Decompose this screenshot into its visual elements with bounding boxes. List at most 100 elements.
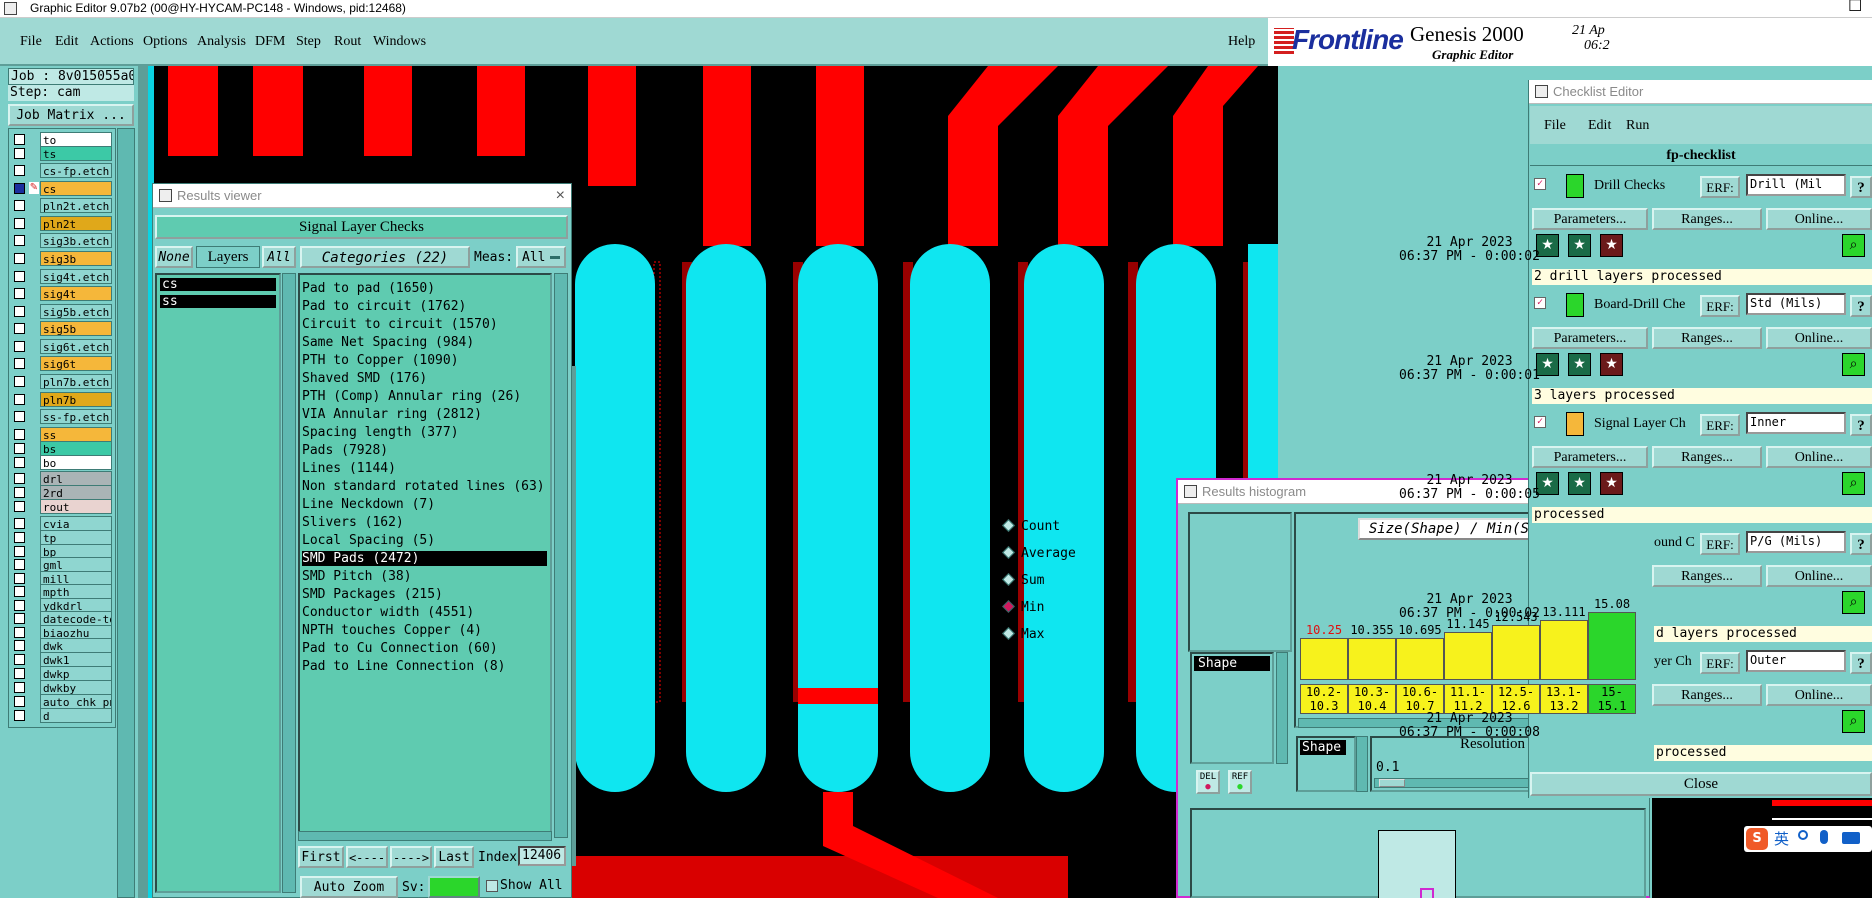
erf-field[interactable]: P/G (Mils) xyxy=(1746,531,1846,553)
erf-field[interactable]: Inner xyxy=(1746,412,1846,434)
histogram-bar[interactable] xyxy=(1540,620,1588,680)
meas-dropdown[interactable]: All xyxy=(516,246,566,268)
layer-name[interactable]: d xyxy=(40,708,112,723)
layer-name[interactable]: rout xyxy=(40,499,112,514)
layer-name[interactable]: auto_chk_pn xyxy=(40,694,112,709)
zoom-icon[interactable]: ⌕ xyxy=(1842,353,1865,376)
category-item[interactable]: SMD Pads (2472) xyxy=(302,551,547,566)
histogram-bar[interactable] xyxy=(1300,638,1348,680)
layer-name[interactable]: dwk1 xyxy=(40,652,112,667)
help-icon[interactable]: ? xyxy=(1850,295,1872,317)
checkbox-icon[interactable] xyxy=(14,532,25,543)
checkbox-icon[interactable] xyxy=(14,654,25,665)
prev-button[interactable]: <---- xyxy=(346,846,388,868)
layer-name[interactable]: datecode-to xyxy=(40,611,112,626)
category-item[interactable]: PTH (Comp) Annular ring (26) xyxy=(302,389,547,404)
checklist-close-button[interactable]: Close xyxy=(1530,772,1872,796)
checkbox-icon[interactable] xyxy=(14,501,25,512)
histogram-bar-range[interactable]: 10.2- 10.3 xyxy=(1300,684,1348,714)
histogram-option[interactable]: Average xyxy=(1002,546,1076,561)
checklist-menu-run[interactable]: Run xyxy=(1626,118,1649,134)
zoom-icon[interactable]: ⌕ xyxy=(1842,591,1865,614)
category-item[interactable]: SMD Packages (215) xyxy=(302,587,547,602)
ref-button[interactable]: REF ● xyxy=(1228,770,1252,794)
checkbox-icon[interactable] xyxy=(14,600,25,611)
layer-name[interactable]: drl xyxy=(40,471,112,486)
category-item[interactable]: VIA Annular ring (2812) xyxy=(302,407,547,422)
histogram-bar[interactable] xyxy=(1492,625,1540,680)
menu-step[interactable]: Step xyxy=(296,34,321,50)
run-check-icon[interactable]: ★ xyxy=(1600,234,1623,257)
layer-name[interactable]: dwkp xyxy=(40,666,112,681)
checkbox-icon[interactable] xyxy=(14,487,25,498)
layer-name[interactable]: gml xyxy=(40,557,112,572)
layer-name[interactable]: bo xyxy=(40,455,112,470)
layer-row[interactable]: ss-fp.etch xyxy=(14,409,112,425)
radio-icon[interactable] xyxy=(1002,627,1015,640)
category-item[interactable]: Slivers (162) xyxy=(302,515,547,530)
ime-punct-icon[interactable] xyxy=(1798,830,1808,840)
checkbox-icon[interactable] xyxy=(14,473,25,484)
layer-row[interactable]: cs ✎ xyxy=(14,181,112,197)
checklist-menu-file[interactable]: File xyxy=(1544,118,1566,134)
layer-name[interactable]: sig5b xyxy=(40,321,112,336)
help-icon[interactable]: ? xyxy=(1850,414,1872,436)
layer-select-list[interactable]: cs ss xyxy=(155,273,281,893)
parameters-button[interactable]: Parameters... xyxy=(1532,446,1648,468)
layer-name[interactable]: mpth xyxy=(40,584,112,599)
online-button[interactable]: Online... xyxy=(1766,684,1872,706)
menu-options[interactable]: Options xyxy=(143,34,187,50)
radio-icon[interactable] xyxy=(1002,546,1015,559)
checkbox-icon[interactable] xyxy=(14,668,25,679)
checkbox-icon[interactable] xyxy=(14,271,25,282)
online-button[interactable]: Online... xyxy=(1766,565,1872,587)
layer-name[interactable]: bs xyxy=(40,441,112,456)
category-item[interactable]: Pad to circuit (1762) xyxy=(302,299,547,314)
checkbox-icon[interactable] xyxy=(14,518,25,529)
layer-row[interactable]: rout xyxy=(14,499,112,515)
next-button[interactable]: ----> xyxy=(390,846,432,868)
layer-row[interactable]: sig4t.etch xyxy=(14,269,112,285)
category-item[interactable]: Pad to pad (1650) xyxy=(302,281,547,296)
index-input[interactable]: 12406 xyxy=(518,846,566,866)
menu-edit[interactable]: Edit xyxy=(55,34,78,50)
menu-actions[interactable]: Actions xyxy=(90,34,134,50)
help-icon[interactable]: ? xyxy=(1850,176,1872,198)
help-icon[interactable]: ? xyxy=(1850,652,1872,674)
checkbox-icon[interactable] xyxy=(14,573,25,584)
close-icon[interactable]: × xyxy=(556,184,565,208)
sv-color-dropdown[interactable] xyxy=(428,876,480,898)
online-button[interactable]: Online... xyxy=(1766,446,1872,468)
layer-name[interactable]: sig4t xyxy=(40,286,112,301)
checkbox-icon[interactable] xyxy=(14,411,25,422)
erf-field[interactable]: Std (Mils) xyxy=(1746,293,1846,315)
layer-name[interactable]: 2rd xyxy=(40,485,112,500)
histogram-attr2-list[interactable]: Shape xyxy=(1296,736,1356,792)
radio-icon[interactable] xyxy=(1002,600,1015,613)
layer-name[interactable]: pln2t.etch xyxy=(40,198,112,213)
category-item[interactable]: Lines (1144) xyxy=(302,461,547,476)
histogram-bar-range[interactable]: 10.3- 10.4 xyxy=(1348,684,1396,714)
layer-row[interactable]: sig5b xyxy=(14,321,112,337)
category-item[interactable]: Same Net Spacing (984) xyxy=(302,335,547,350)
layer-name[interactable]: to xyxy=(40,132,112,147)
histogram-bar[interactable] xyxy=(1588,612,1636,680)
layer-name[interactable]: sig4t.etch xyxy=(40,269,112,284)
category-item[interactable]: Pad to Cu Connection (60) xyxy=(302,641,547,656)
histogram-bar-range[interactable]: 11.1- 11.2 xyxy=(1444,684,1492,714)
layer-name[interactable]: cvia xyxy=(40,516,112,531)
layer-row[interactable]: sig4t xyxy=(14,286,112,302)
zoom-icon[interactable]: ⌕ xyxy=(1842,710,1865,733)
layer-name[interactable]: cs xyxy=(40,181,112,196)
category-item[interactable]: Pad to Line Connection (8) xyxy=(302,659,547,674)
layer-name[interactable]: sig3b.etch xyxy=(40,233,112,248)
category-item[interactable]: Pads (7928) xyxy=(302,443,547,458)
checkbox-icon[interactable] xyxy=(14,429,25,440)
category-scrollbar[interactable] xyxy=(554,273,568,838)
checkbox-icon[interactable] xyxy=(14,710,25,721)
ime-lang-label[interactable]: 英 xyxy=(1774,828,1789,849)
radio-icon[interactable] xyxy=(1002,573,1015,586)
layer-edit-icon[interactable]: ✎ xyxy=(29,182,39,194)
layer-name[interactable]: pln7b xyxy=(40,392,112,407)
category-item[interactable]: PTH to Copper (1090) xyxy=(302,353,547,368)
